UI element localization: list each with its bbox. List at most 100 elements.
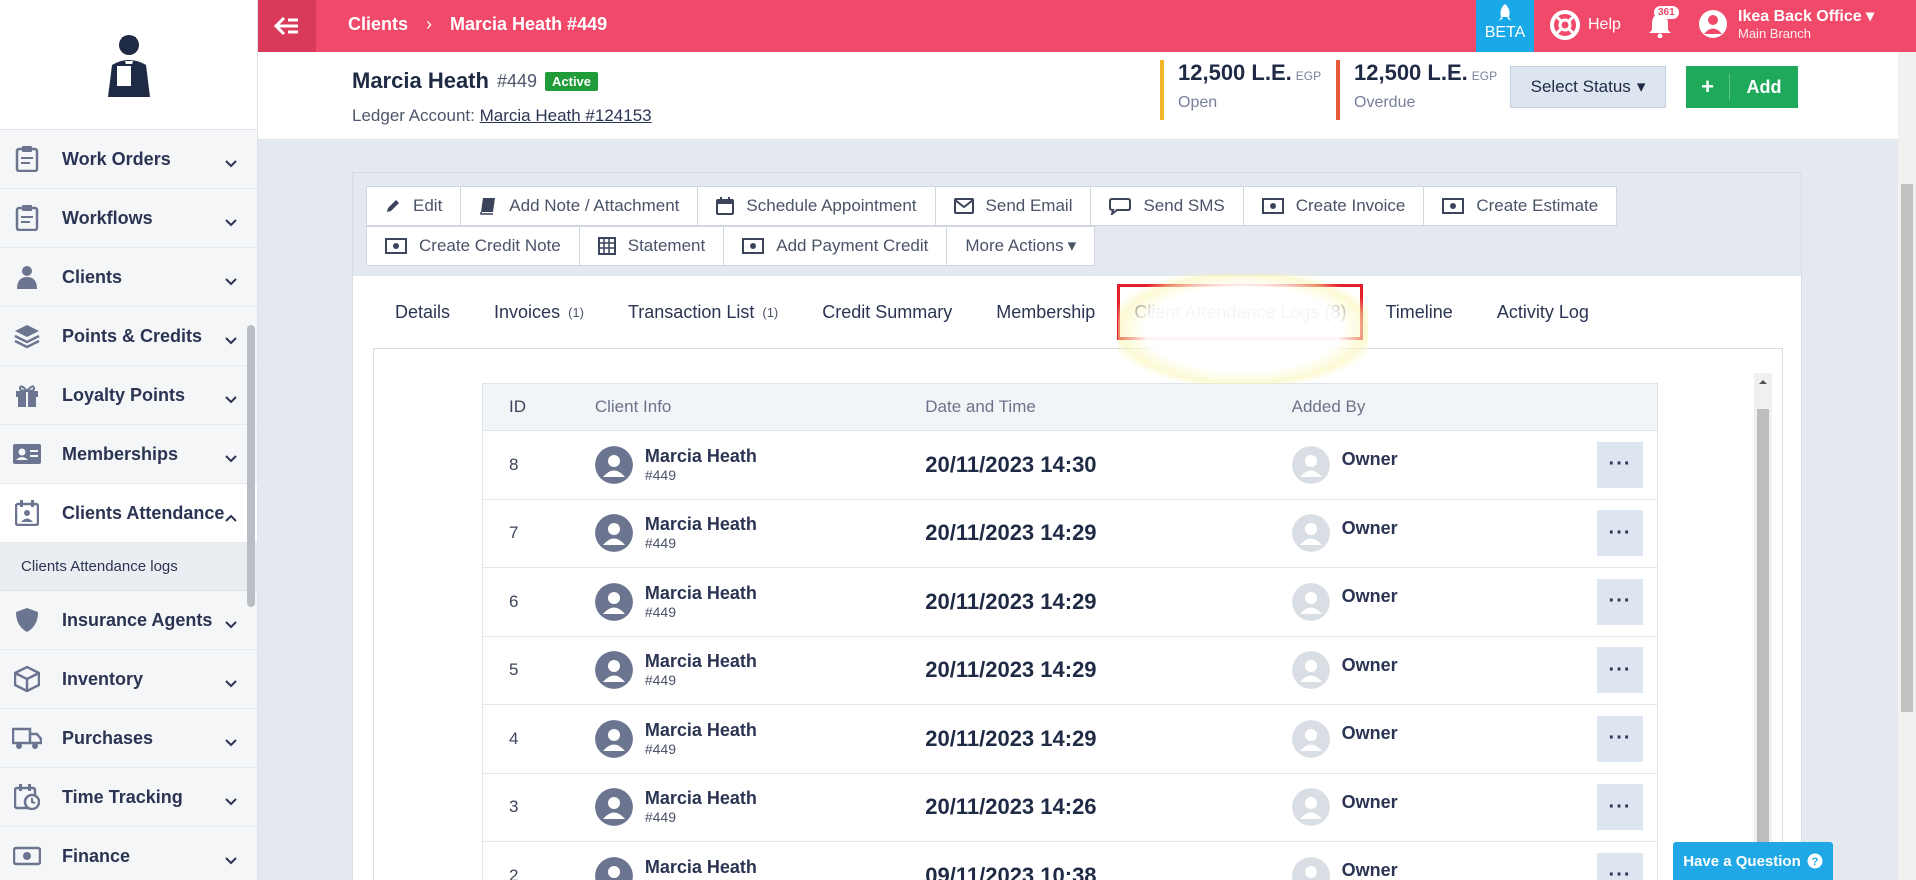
chevron-down-icon <box>225 790 237 811</box>
arrow-left-icon <box>274 16 298 36</box>
send-email-label: Send Email <box>985 196 1073 215</box>
row-actions-button[interactable]: ··· <box>1597 441 1644 488</box>
tab-client-attendance-logs[interactable]: Client Attendance Logs (8) <box>1117 284 1364 340</box>
send-sms-button[interactable]: Send SMS <box>1090 186 1244 226</box>
sidebar-item-work-orders[interactable]: Work Orders <box>0 130 257 189</box>
row-actions-button[interactable]: ··· <box>1597 784 1644 831</box>
lifebuoy-icon <box>1550 10 1580 40</box>
row-date-time: 20/11/2023 14:26 <box>925 794 1097 820</box>
have-a-question-label: Have a Question <box>1683 852 1801 870</box>
tab-activity-log[interactable]: Activity Log <box>1475 286 1611 338</box>
add-payment-credit-button[interactable]: Add Payment Credit <box>723 226 948 266</box>
tab-timeline[interactable]: Timeline <box>1363 286 1474 338</box>
row-actions-button[interactable]: ··· <box>1597 578 1644 625</box>
tab-membership[interactable]: Membership <box>974 286 1117 338</box>
table-row: 7 Marcia Heath #449 20/11/2023 14:29 Owner ··… <box>482 499 1658 568</box>
sidebar-scrollbar[interactable] <box>247 325 255 607</box>
tab-label: Details <box>395 301 451 322</box>
create-estimate-label: Create Estimate <box>1476 196 1599 215</box>
add-button[interactable]: + Add <box>1686 66 1798 108</box>
chevron-down-icon <box>225 672 237 693</box>
sidebar-item-label: Workflows <box>62 207 153 228</box>
tab-details[interactable]: Details <box>373 286 472 338</box>
have-a-question-button[interactable]: Have a Question ? <box>1673 842 1833 880</box>
sidebar-item-clients[interactable]: Clients <box>0 248 257 307</box>
row-client-name[interactable]: Marcia Heath <box>645 446 757 467</box>
sidebar-item-finance[interactable]: Finance <box>0 827 257 880</box>
create-invoice-button[interactable]: Create Invoice <box>1242 186 1425 226</box>
truck-icon <box>12 723 42 753</box>
tab-transaction-list[interactable]: Transaction List (1) <box>606 286 800 338</box>
user-menu[interactable]: Ikea Back Office ▾ Main Branch <box>1698 6 1874 41</box>
calendar-clock-icon <box>12 782 42 812</box>
more-actions-button[interactable]: More Actions ▾ <box>946 226 1096 266</box>
question-circle-icon: ? <box>1807 853 1823 869</box>
page-scrollbar[interactable] <box>1898 52 1916 880</box>
row-actions-button[interactable]: ··· <box>1597 852 1644 880</box>
open-label: Open <box>1178 94 1218 111</box>
client-content: Details Invoices (1) Transaction List (1) … <box>352 276 1802 880</box>
row-actions-button[interactable]: ··· <box>1597 510 1644 557</box>
row-client-info: Marcia Heath#449 <box>594 856 925 880</box>
row-client-name[interactable]: Marcia Heath <box>645 720 757 741</box>
schedule-appointment-button[interactable]: Schedule Appointment <box>697 186 936 226</box>
sidebar-item-clients-attendance[interactable]: Clients Attendance <box>0 484 257 543</box>
row-client-name[interactable]: Marcia Heath <box>645 652 757 672</box>
create-credit-note-button[interactable]: Create Credit Note <box>366 226 580 266</box>
row-client-name[interactable]: Marcia Heath <box>645 789 757 809</box>
add-note-label: Add Note / Attachment <box>509 196 680 215</box>
row-added-by-name: Owner <box>1341 791 1398 812</box>
row-added-by: Owner <box>1291 514 1583 553</box>
sidebar-subitem-attendance-logs[interactable]: Clients Attendance logs <box>0 543 257 591</box>
help-link[interactable]: Help <box>1550 10 1621 40</box>
row-client-name[interactable]: Marcia Heath <box>645 515 757 535</box>
sidebar-item-label: Points & Credits <box>62 325 203 346</box>
sidebar-item-points-credits[interactable]: Points & Credits <box>0 307 257 366</box>
sidebar-item-inventory[interactable]: Inventory <box>0 650 257 709</box>
breadcrumb-clients[interactable]: Clients <box>348 14 408 35</box>
clipboard-icon <box>12 144 42 174</box>
row-client-name[interactable]: Marcia Heath <box>645 857 757 878</box>
row-client-name[interactable]: Marcia Heath <box>645 583 757 604</box>
row-added-by: Owner <box>1291 582 1583 621</box>
add-label: Add <box>1746 76 1782 97</box>
row-actions-button[interactable]: ··· <box>1597 715 1644 762</box>
ledger-account-link[interactable]: Marcia Heath #124153 <box>480 106 652 125</box>
edit-button[interactable]: Edit <box>366 186 462 226</box>
tab-invoices[interactable]: Invoices (1) <box>472 286 606 338</box>
row-client-number: #449 <box>644 809 676 826</box>
actions-toolbar: Edit Add Note / Attachment Schedule Appo… <box>352 172 1802 276</box>
beta-button[interactable]: BETA <box>1476 0 1534 52</box>
send-email-button[interactable]: Send Email <box>934 186 1092 226</box>
tab-label: Transaction List <box>627 301 755 322</box>
svg-text:?: ? <box>1811 856 1818 868</box>
select-status-button[interactable]: Select Status ▾ <box>1510 66 1666 108</box>
sidebar-toggle-button[interactable] <box>258 0 316 52</box>
money-icon <box>12 841 42 871</box>
sidebar-item-workflows[interactable]: Workflows <box>0 189 257 248</box>
table-scrollbar-thumb[interactable] <box>1757 409 1769 880</box>
company-logo[interactable] <box>0 0 257 130</box>
page-scrollbar-thumb[interactable] <box>1901 184 1913 712</box>
column-id: ID <box>509 397 526 416</box>
sidebar-item-loyalty-points[interactable]: Loyalty Points <box>0 366 257 425</box>
row-id: 3 <box>509 797 519 817</box>
row-actions-button[interactable]: ··· <box>1597 647 1644 694</box>
table-scrollbar[interactable] <box>1754 373 1772 880</box>
table-icon <box>597 237 616 255</box>
sidebar-item-insurance-agents[interactable]: Insurance Agents <box>0 591 257 650</box>
add-note-button[interactable]: Add Note / Attachment <box>460 186 699 226</box>
statement-button[interactable]: Statement <box>578 226 725 266</box>
sidebar-item-time-tracking[interactable]: Time Tracking <box>0 768 257 827</box>
row-added-by: Owner <box>1291 788 1583 827</box>
row-added-by-name: Owner <box>1341 723 1398 744</box>
table-row: 2 Marcia Heath#44909/11/2023 10:38 Owner ··… <box>482 842 1658 880</box>
pencil-icon <box>387 200 399 212</box>
row-added-by: Owner <box>1291 445 1583 484</box>
sidebar-item-purchases[interactable]: Purchases <box>0 709 257 768</box>
actions-row-2: Create Credit Note Statement Add Payment… <box>366 226 1096 266</box>
create-estimate-button[interactable]: Create Estimate <box>1423 186 1618 226</box>
tab-credit-summary[interactable]: Credit Summary <box>800 286 974 338</box>
sidebar-item-memberships[interactable]: Memberships <box>0 425 257 484</box>
status-badge: Active <box>545 71 599 91</box>
